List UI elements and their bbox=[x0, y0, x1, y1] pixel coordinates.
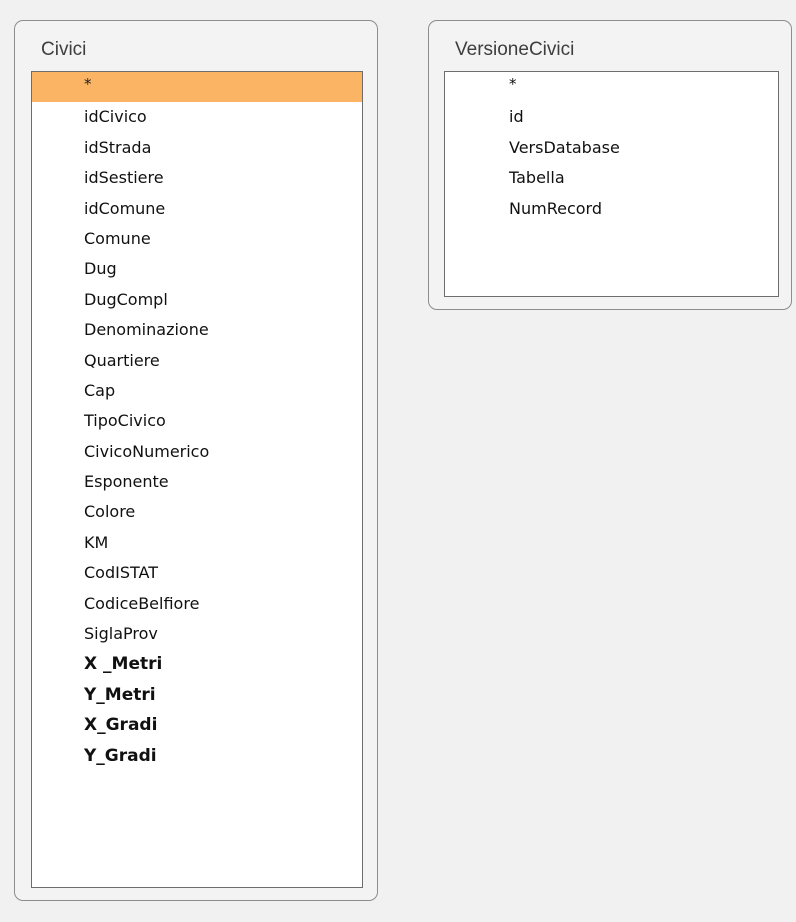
field-item[interactable]: Y_Gradi bbox=[32, 741, 362, 771]
field-item[interactable]: idCivico bbox=[32, 102, 362, 132]
field-item[interactable]: KM bbox=[32, 528, 362, 558]
field-item[interactable]: Y_Metri bbox=[32, 680, 362, 710]
field-list-civici[interactable]: * idCivico idStrada idSestiere idComune Comun… bbox=[31, 71, 363, 888]
field-item[interactable]: Tabella bbox=[445, 163, 778, 193]
field-item[interactable]: Colore bbox=[32, 497, 362, 527]
field-item[interactable]: idComune bbox=[32, 194, 362, 224]
table-versione-civici[interactable]: VersioneCivici * id VersDatabase Tabella Num… bbox=[428, 20, 792, 310]
field-item[interactable]: SiglaProv bbox=[32, 619, 362, 649]
field-item[interactable]: Dug bbox=[32, 254, 362, 284]
field-item[interactable]: CodiceBelfiore bbox=[32, 589, 362, 619]
field-item[interactable]: Cap bbox=[32, 376, 362, 406]
field-list-versione-civici[interactable]: * id VersDatabase Tabella NumRecord bbox=[444, 71, 779, 297]
field-item[interactable]: idSestiere bbox=[32, 163, 362, 193]
field-item[interactable]: Denominazione bbox=[32, 315, 362, 345]
field-item[interactable]: X _Metri bbox=[32, 649, 362, 679]
table-title-civici[interactable]: Civici bbox=[41, 39, 86, 61]
field-item[interactable]: idStrada bbox=[32, 133, 362, 163]
field-item[interactable]: CodISTAT bbox=[32, 558, 362, 588]
field-all-columns[interactable]: * bbox=[32, 72, 362, 103]
field-item[interactable]: DugCompl bbox=[32, 285, 362, 315]
table-civici[interactable]: Civici * idCivico idStrada idSestiere idComu… bbox=[14, 20, 378, 901]
field-item[interactable]: Esponente bbox=[32, 467, 362, 497]
field-item[interactable]: TipoCivico bbox=[32, 406, 362, 436]
field-all-columns[interactable]: * bbox=[445, 72, 778, 102]
field-item[interactable]: Quartiere bbox=[32, 346, 362, 376]
field-item[interactable]: NumRecord bbox=[445, 194, 778, 224]
field-item[interactable]: VersDatabase bbox=[445, 133, 778, 163]
field-item[interactable]: Comune bbox=[32, 224, 362, 254]
field-item[interactable]: CivicoNumerico bbox=[32, 437, 362, 467]
field-item[interactable]: id bbox=[445, 102, 778, 132]
table-title-versione-civici[interactable]: VersioneCivici bbox=[455, 39, 574, 61]
field-item[interactable]: X_Gradi bbox=[32, 710, 362, 740]
